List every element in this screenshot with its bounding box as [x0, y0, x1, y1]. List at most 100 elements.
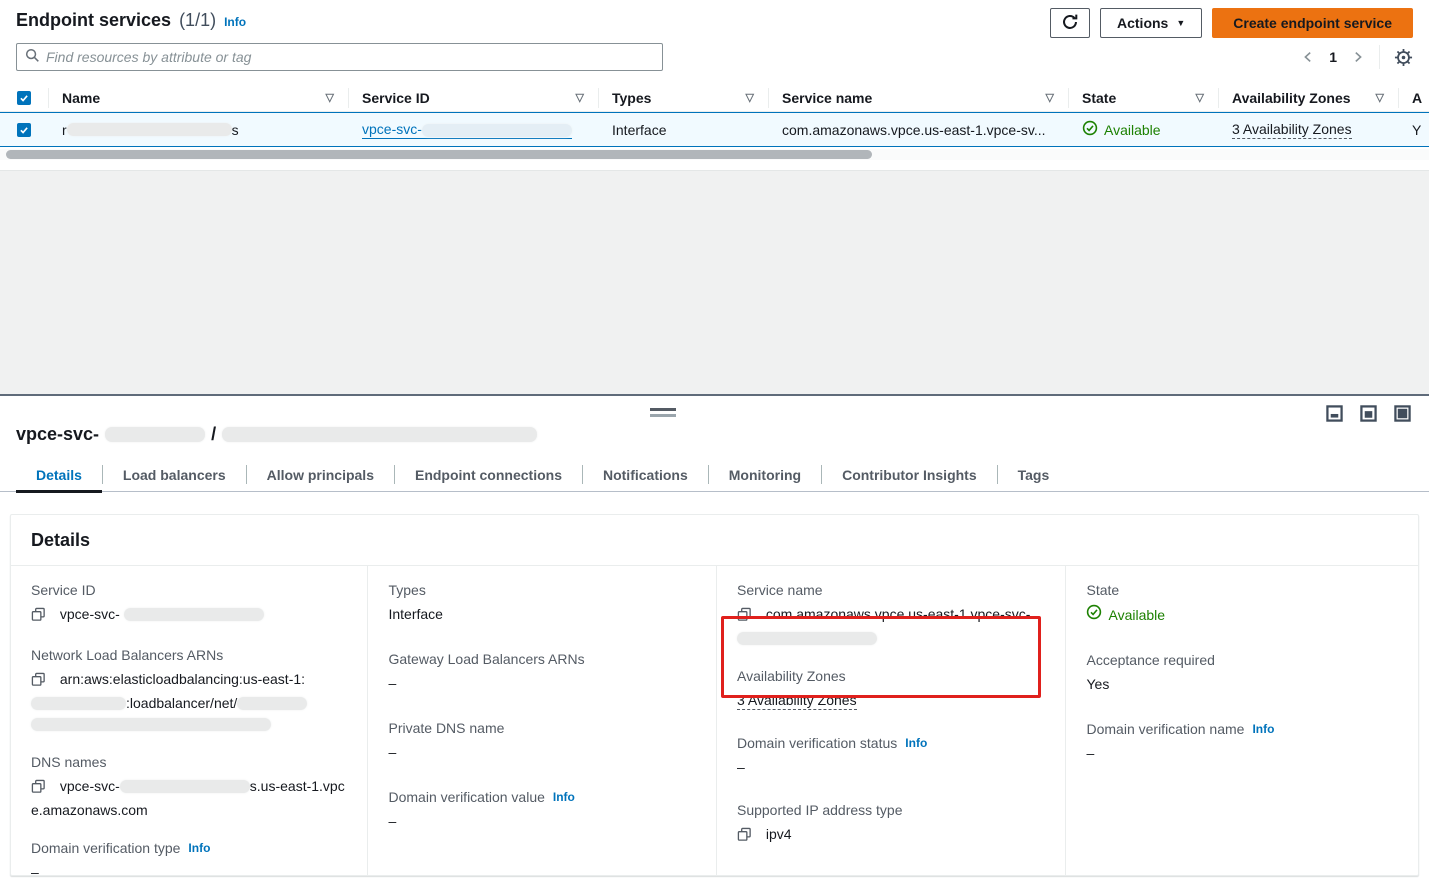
- sort-icon[interactable]: ▽: [1376, 91, 1384, 104]
- row-state-cell: Available: [1068, 120, 1218, 139]
- sort-icon[interactable]: ▽: [576, 91, 584, 104]
- page-number[interactable]: 1: [1329, 49, 1337, 65]
- select-all-cell: [0, 84, 48, 111]
- page-title: Endpoint services: [16, 10, 171, 31]
- field-availability-zones: Availability Zones 3 Availability Zones: [737, 666, 1046, 711]
- row-service-name-cell: com.amazonaws.vpce.us-east-1.vpce-sv...: [768, 122, 1068, 138]
- field-domain-verification-name: Domain verification nameInfo –: [1086, 719, 1398, 764]
- redacted-service-name: [737, 632, 877, 645]
- panel-title: vpce-svc- /: [16, 424, 537, 445]
- copy-icon[interactable]: [31, 672, 46, 693]
- details-column-3: Service name com.amazonaws.vpce.us-east-…: [716, 566, 1066, 875]
- detail-split-panel: vpce-svc- / Details Load balancers Allow…: [0, 394, 1429, 886]
- panel-position-side-icon[interactable]: [1360, 405, 1377, 422]
- resource-list-section: Endpoint services (1/1) Info Actions ▼ C…: [0, 0, 1429, 170]
- next-page-icon[interactable]: [1351, 50, 1365, 64]
- row-availability-zones-cell: 3 Availability Zones: [1218, 121, 1398, 139]
- sort-icon[interactable]: ▽: [1046, 91, 1054, 104]
- tab-monitoring[interactable]: Monitoring: [709, 458, 821, 491]
- redacted-service-id: [422, 124, 572, 137]
- tab-tags[interactable]: Tags: [998, 458, 1070, 491]
- refresh-button[interactable]: [1050, 8, 1090, 38]
- row-types-cell: Interface: [598, 122, 768, 138]
- info-link[interactable]: Info: [1252, 719, 1274, 739]
- info-link[interactable]: Info: [553, 787, 575, 807]
- previous-page-icon[interactable]: [1301, 50, 1315, 64]
- tab-allow-principals[interactable]: Allow principals: [247, 458, 394, 491]
- details-card-body: Service ID vpce-svc- Network Load Balanc…: [11, 566, 1418, 875]
- search-box[interactable]: [16, 43, 663, 71]
- details-column-2: Types Interface Gateway Load Balancers A…: [367, 566, 716, 875]
- panel-maximize-icon[interactable]: [1394, 405, 1411, 422]
- pager-divider: [1379, 45, 1380, 69]
- availability-zones-link[interactable]: 3 Availability Zones: [737, 692, 857, 710]
- field-service-name: Service name com.amazonaws.vpce.us-east-…: [737, 580, 1046, 649]
- tab-details[interactable]: Details: [16, 458, 102, 491]
- column-header-state[interactable]: State▽: [1068, 84, 1218, 111]
- copy-icon[interactable]: [31, 779, 46, 800]
- column-header-types[interactable]: Types▽: [598, 84, 768, 111]
- status-available-icon: [1086, 604, 1102, 626]
- sort-icon[interactable]: ▽: [326, 91, 334, 104]
- preferences-gear-icon[interactable]: [1394, 48, 1413, 67]
- service-id-link[interactable]: vpce-svc-: [362, 121, 572, 139]
- field-domain-verification-value: Domain verification valueInfo –: [388, 787, 696, 832]
- scrollbar-thumb[interactable]: [6, 150, 872, 159]
- pagination: 1: [1301, 45, 1413, 69]
- redacted-service-name: [222, 427, 537, 442]
- info-link[interactable]: Info: [905, 733, 927, 753]
- copy-icon[interactable]: [31, 607, 46, 628]
- sort-icon[interactable]: ▽: [746, 91, 754, 104]
- tab-notifications[interactable]: Notifications: [583, 458, 708, 491]
- search-icon: [25, 48, 40, 66]
- column-header-name[interactable]: Name▽: [48, 84, 348, 111]
- info-link[interactable]: Info: [188, 838, 210, 858]
- row-checkbox[interactable]: [17, 123, 31, 137]
- field-gateway-lb-arns: Gateway Load Balancers ARNs –: [388, 649, 696, 694]
- status-badge: Available: [1108, 605, 1165, 626]
- redacted-lb-name: [237, 697, 307, 710]
- column-header-availability-zones[interactable]: Availability Zones▽: [1218, 84, 1398, 111]
- column-header-service-id[interactable]: Service ID▽: [348, 84, 598, 111]
- redacted-service-id: [105, 427, 205, 442]
- panel-position-bottom-icon[interactable]: [1326, 405, 1343, 422]
- split-panel-drag-handle[interactable]: [650, 408, 676, 417]
- details-column-1: Service ID vpce-svc- Network Load Balanc…: [11, 566, 367, 875]
- tab-endpoint-connections[interactable]: Endpoint connections: [395, 458, 582, 491]
- field-supported-ip: Supported IP address type ipv4: [737, 800, 1046, 848]
- details-card: Details Service ID vpce-svc- Ne: [10, 514, 1419, 876]
- field-state: State Available: [1086, 580, 1398, 626]
- tab-load-balancers[interactable]: Load balancers: [103, 458, 246, 491]
- search-input[interactable]: [46, 49, 654, 65]
- table-row[interactable]: r s vpce-svc- Interface com.amazonaws.vp…: [0, 112, 1429, 147]
- row-acceptance-cell: Y: [1398, 122, 1429, 138]
- row-select-cell: [0, 123, 48, 137]
- header-actions: Actions ▼ Create endpoint service: [1050, 8, 1413, 38]
- copy-icon[interactable]: [737, 827, 752, 848]
- page-header: Endpoint services (1/1) Info: [16, 10, 246, 31]
- horizontal-scrollbar[interactable]: [0, 149, 1429, 160]
- redacted-account-id: [31, 697, 126, 710]
- refresh-icon: [1061, 13, 1079, 34]
- actions-button[interactable]: Actions ▼: [1100, 8, 1202, 38]
- column-header-acceptance[interactable]: A: [1398, 84, 1429, 111]
- column-header-service-name[interactable]: Service name▽: [768, 84, 1068, 111]
- availability-zones-link[interactable]: 3 Availability Zones: [1232, 121, 1352, 139]
- header-info-link[interactable]: Info: [224, 15, 246, 29]
- field-dns-names: DNS names vpce-svc-s.us-east-1.vpce.amaz…: [31, 752, 347, 821]
- sort-icon[interactable]: ▽: [1196, 91, 1204, 104]
- redacted-name: [67, 123, 232, 136]
- chevron-down-icon: ▼: [1176, 18, 1185, 28]
- actions-button-label: Actions: [1117, 15, 1168, 31]
- resource-count: (1/1): [179, 10, 216, 31]
- field-domain-verification-type: Domain verification typeInfo –: [31, 838, 347, 883]
- redacted-lb-name: [31, 718, 271, 731]
- field-types: Types Interface: [388, 580, 696, 625]
- field-service-id: Service ID vpce-svc-: [31, 580, 347, 628]
- redacted-dns: [120, 780, 250, 793]
- field-nlb-arns: Network Load Balancers ARNs arn:aws:elas…: [31, 645, 347, 735]
- select-all-checkbox[interactable]: [17, 91, 31, 105]
- tab-contributor-insights[interactable]: Contributor Insights: [822, 458, 997, 491]
- create-endpoint-service-button[interactable]: Create endpoint service: [1212, 8, 1413, 38]
- copy-icon[interactable]: [737, 607, 752, 628]
